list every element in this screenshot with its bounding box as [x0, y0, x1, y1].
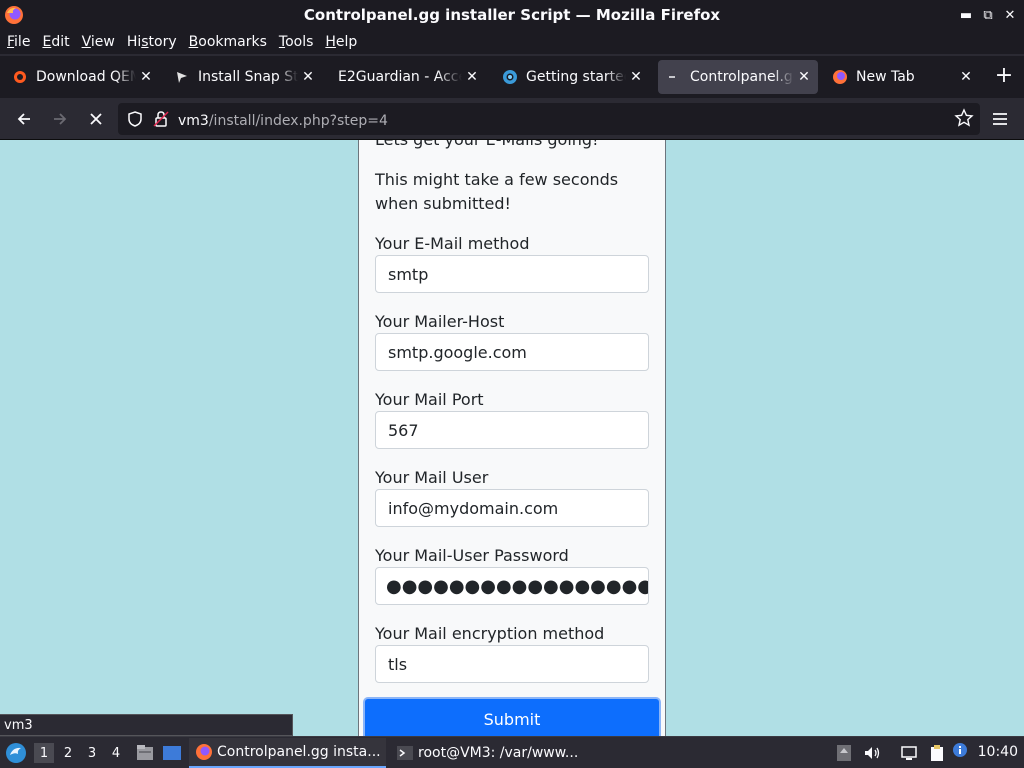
network-icon[interactable] [900, 744, 918, 762]
bookmark-star-icon[interactable] [954, 108, 974, 128]
window-controls: ▬ ⧉ ✕ [958, 5, 1018, 25]
page-viewport: Lets get your E-Mails going! This might … [0, 140, 1024, 736]
tab-e2guardian[interactable]: E2Guardian - Access ✕ [330, 60, 486, 94]
firefox-icon [5, 6, 23, 24]
terminal-icon [397, 746, 413, 760]
menu-history[interactable]: History [122, 34, 182, 50]
menu-view[interactable]: View [77, 34, 120, 50]
close-tab-icon[interactable]: ✕ [626, 69, 646, 85]
submit-button[interactable]: Submit [363, 697, 661, 736]
tab-label: E2Guardian - Access [338, 69, 462, 85]
close-tab-icon[interactable]: ✕ [956, 69, 976, 85]
mail-port-label: Your Mail Port [375, 390, 484, 409]
arrow-right-icon [54, 113, 67, 125]
note-text: This might take a few seconds when submi… [375, 170, 619, 213]
stop-icon [90, 113, 102, 125]
tab-label: Download QEMU [36, 69, 136, 85]
workspace-1-button[interactable]: 1 [34, 743, 54, 763]
close-window-icon[interactable]: ✕ [1002, 5, 1018, 25]
menu-bar: File Edit View History Bookmarks Tools H… [0, 30, 1024, 54]
firefox-icon [196, 744, 212, 760]
workspace-2-button[interactable]: 2 [58, 743, 78, 763]
link-status-tooltip: vm3 [0, 714, 293, 736]
clock[interactable]: 10:40 [978, 744, 1018, 760]
window-title: Controlpanel.gg installer Script — Mozil… [303, 6, 721, 24]
mail-encryption-input[interactable]: tls [375, 645, 649, 683]
mail-user-input[interactable]: info@mydomain.com [375, 489, 649, 527]
show-desktop-icon[interactable] [162, 743, 182, 763]
tab-download-qemu[interactable]: Download QEMU ✕ [4, 60, 160, 94]
menu-help[interactable]: Help [320, 34, 362, 50]
clipboard-icon[interactable] [928, 744, 946, 762]
close-tab-icon[interactable]: ✕ [462, 69, 482, 85]
taskbar-terminal-window[interactable]: root@VM3: /var/www... [390, 738, 590, 768]
insecure-lock-icon[interactable] [152, 110, 170, 128]
install-form-card: Lets get your E-Mails going! This might … [358, 140, 666, 736]
close-tab-icon[interactable]: ✕ [794, 69, 814, 85]
start-menu-icon[interactable] [4, 741, 28, 765]
navigation-toolbar: vm3/install/index.php?step=4 [0, 98, 1024, 140]
restore-icon[interactable]: ⧉ [980, 5, 996, 25]
menu-file[interactable]: File [2, 34, 35, 50]
mail-encryption-label: Your Mail encryption method [375, 624, 605, 643]
menu-bookmarks[interactable]: Bookmarks [184, 34, 272, 50]
arrow-left-icon [17, 113, 30, 125]
file-manager-icon[interactable] [135, 743, 155, 763]
tab-label: Install Snap Store [198, 69, 298, 85]
tab-label: Controlpanel.gg [690, 69, 794, 85]
forward-button[interactable] [47, 106, 73, 132]
mail-port-input[interactable]: 567 [375, 411, 649, 449]
tab-label: Getting started [526, 69, 626, 85]
new-tab-button[interactable]: + [994, 65, 1014, 87]
back-button[interactable] [11, 106, 37, 132]
snap-icon [174, 69, 190, 85]
mailer-host-input[interactable]: smtp.google.com [375, 333, 649, 371]
minimize-icon[interactable]: ▬ [958, 5, 974, 25]
tab-controlpanel[interactable]: Controlpanel.gg ✕ [658, 60, 818, 94]
mail-password-input[interactable]: ●●●●●●●●●●●●●●●●●●● [375, 567, 649, 605]
update-notifier-icon[interactable] [835, 744, 853, 762]
tab-new-tab[interactable]: New Tab ✕ [824, 60, 980, 94]
mail-password-label: Your Mail-User Password [375, 546, 569, 565]
globe-icon [502, 69, 518, 85]
volume-icon[interactable] [863, 744, 881, 762]
tab-install-snap[interactable]: Install Snap Store ✕ [166, 60, 322, 94]
hamburger-menu-icon[interactable] [988, 107, 1012, 131]
firefox-icon [832, 69, 848, 85]
email-method-input[interactable]: smtp [375, 255, 649, 293]
taskbar-firefox-window[interactable]: Controlpanel.gg insta... [189, 738, 386, 768]
stop-button[interactable] [83, 106, 109, 132]
address-bar[interactable]: vm3/install/index.php?step=4 [118, 103, 980, 135]
taskbar: 1 2 3 4 Controlpanel.gg insta... root@VM… [0, 736, 1024, 768]
shield-icon[interactable] [126, 110, 144, 128]
qemu-icon [12, 69, 28, 85]
tab-label: New Tab [856, 69, 915, 85]
menu-edit[interactable]: Edit [37, 34, 74, 50]
mailer-host-label: Your Mailer-Host [375, 312, 505, 331]
mail-user-label: Your Mail User [375, 468, 489, 487]
window-titlebar: Controlpanel.gg installer Script — Mozil… [0, 0, 1024, 30]
menu-tools[interactable]: Tools [274, 34, 319, 50]
loading-icon [666, 69, 682, 85]
tab-strip: Download QEMU ✕ Install Snap Store ✕ E2G… [0, 56, 1024, 98]
close-tab-icon[interactable]: ✕ [298, 69, 318, 85]
workspace-4-button[interactable]: 4 [106, 743, 126, 763]
email-method-label: Your E-Mail method [375, 234, 530, 253]
url-text[interactable]: vm3/install/index.php?step=4 [178, 110, 388, 129]
close-tab-icon[interactable]: ✕ [136, 69, 156, 85]
tab-getting-started[interactable]: Getting started ✕ [494, 60, 650, 94]
workspace-3-button[interactable]: 3 [82, 743, 102, 763]
info-notification-icon[interactable] [952, 742, 968, 758]
intro-text: Lets get your E-Mails going! [375, 140, 599, 152]
